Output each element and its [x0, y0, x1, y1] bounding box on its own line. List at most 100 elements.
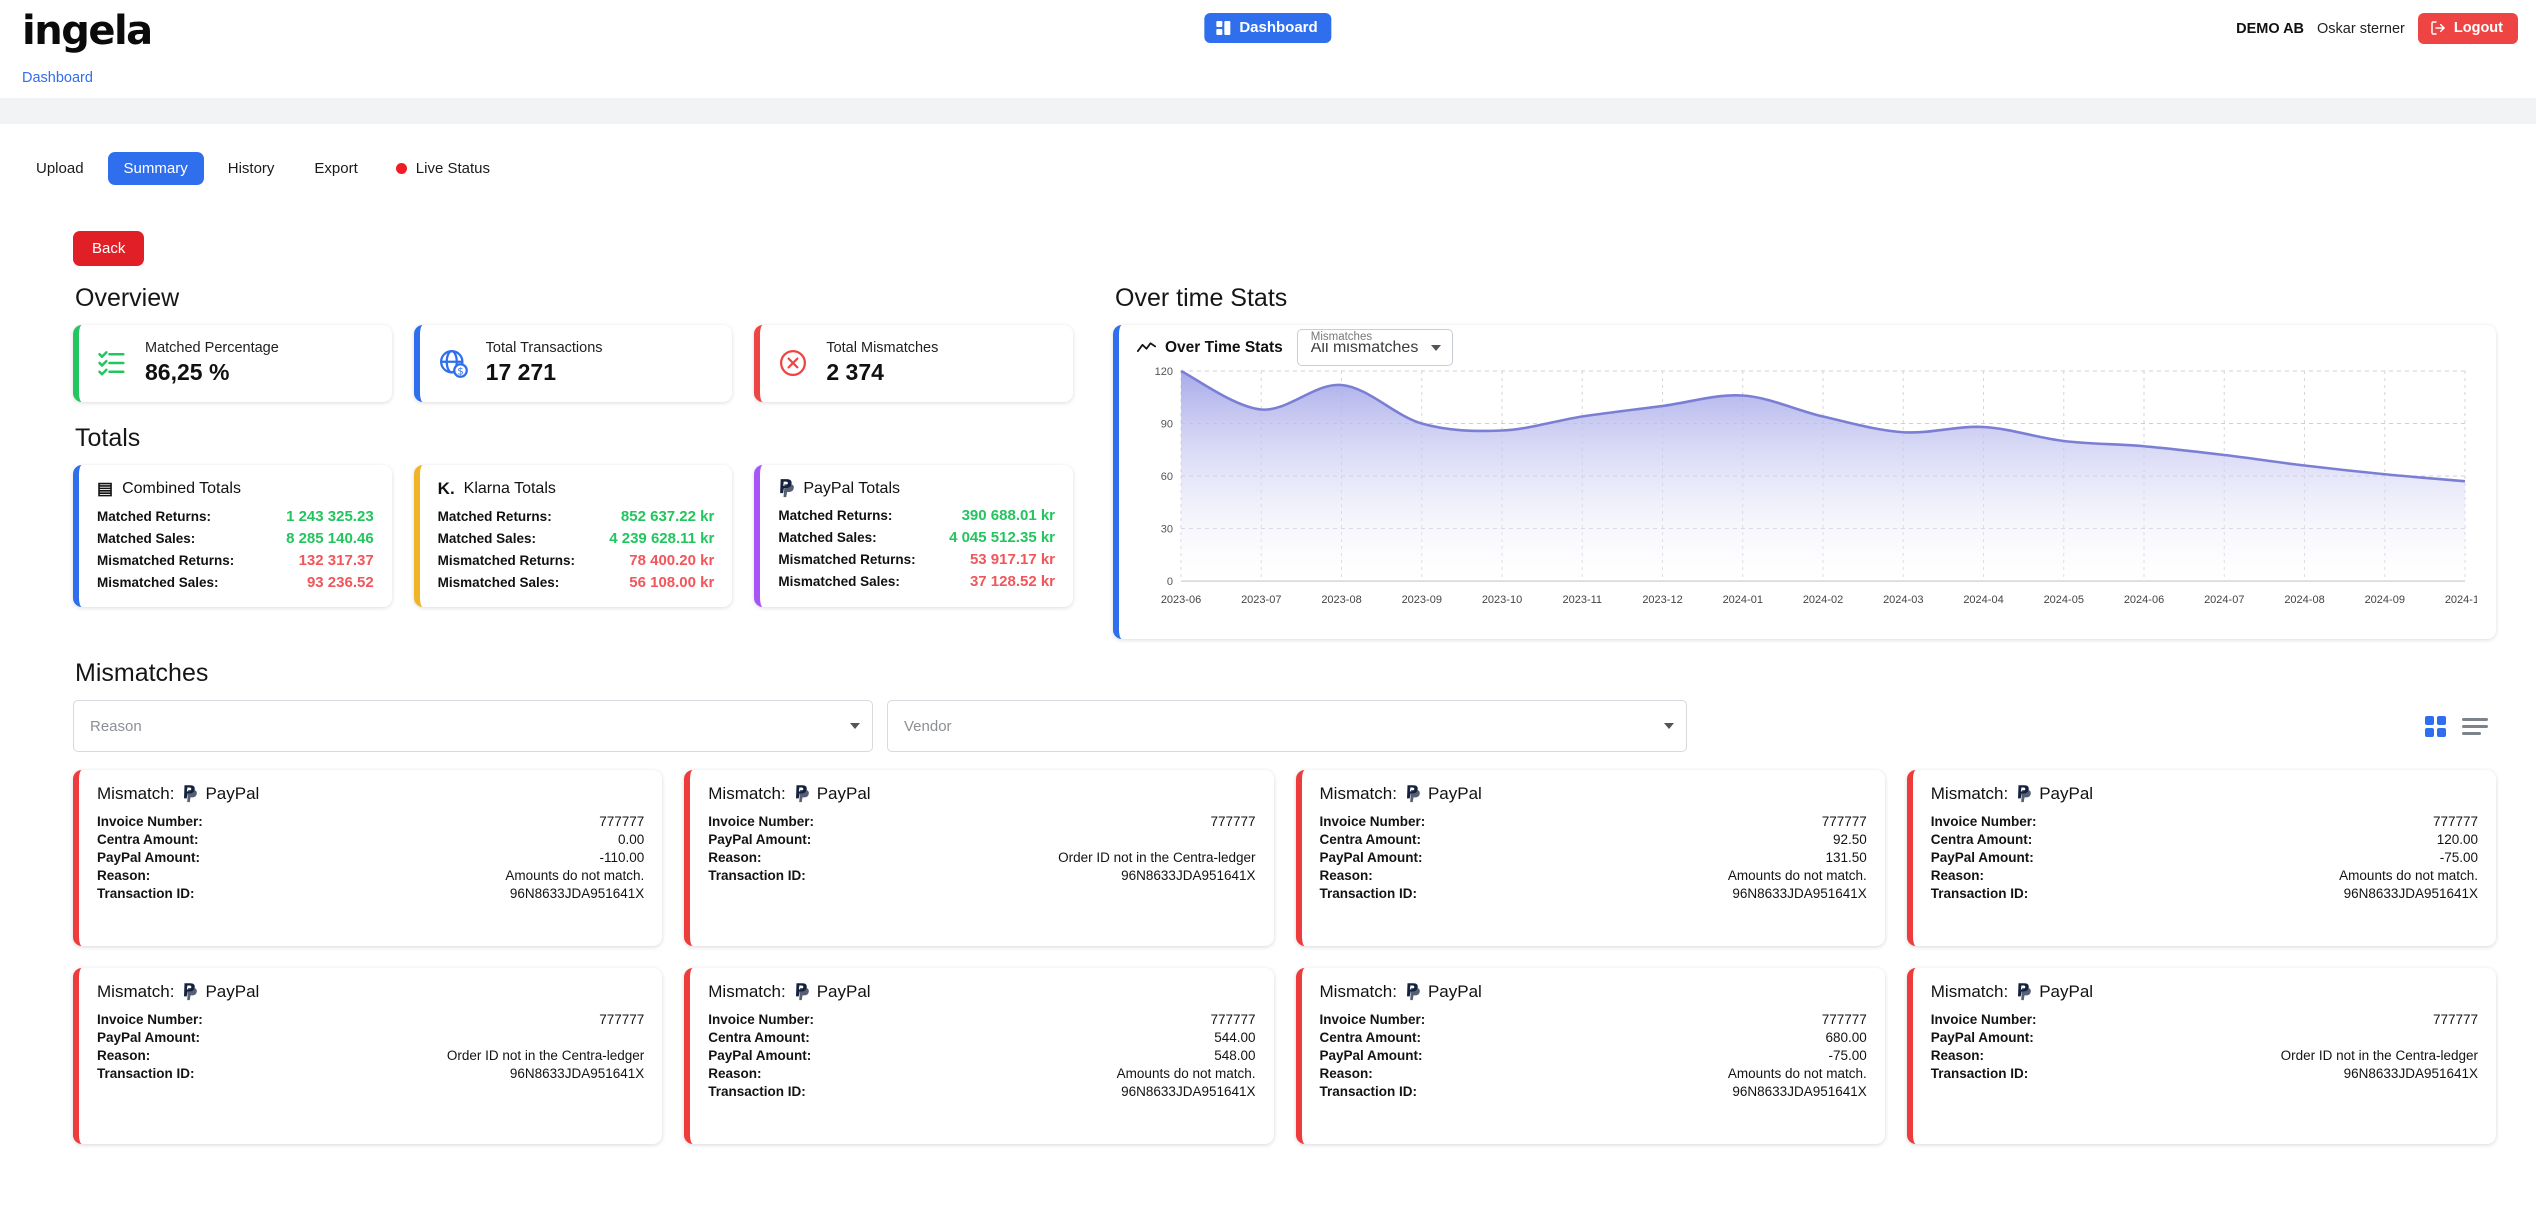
row-label: Mismatched Returns: [437, 553, 575, 569]
mismatch-detail-row: PayPal Amount: 131.50 [1320, 850, 1867, 865]
row-value: 93 236.52 [306, 574, 374, 592]
mismatch-card[interactable]: Mismatch: PayPal Invoice Number: 777777 Cent… [1906, 770, 2496, 946]
totals-card-title: Klarna Totals [463, 480, 556, 498]
overtime-heading: Over time Stats [1115, 284, 1288, 312]
detail-key: Invoice Number: [1319, 814, 1426, 829]
paypal-icon [1405, 785, 1420, 803]
svg-text:30: 30 [1161, 524, 1173, 536]
detail-value: -75.00 [2439, 850, 2478, 865]
svg-text:2024-05: 2024-05 [2044, 594, 2084, 606]
row-value: 1 243 325.23 [286, 508, 374, 526]
mismatch-detail-row: Reason: Order ID not in the Centra-ledger [97, 1048, 644, 1063]
detail-value: Amounts do not match. [505, 868, 645, 883]
detail-value: -75.00 [1828, 1048, 1867, 1063]
totals-row-item: Mismatched Sales: 37 128.52 kr [778, 573, 1055, 590]
row-label: Mismatched Returns: [97, 553, 235, 569]
row-label: Mismatched Returns: [778, 552, 916, 568]
totals-row-item: Matched Sales: 4 045 512.35 kr [778, 529, 1055, 546]
mismatch-vendor-label: PayPal [205, 784, 260, 803]
kpi-label: Matched Percentage [145, 340, 279, 356]
mismatch-detail-row: Invoice Number: 777777 [708, 814, 1255, 829]
detail-value: Order ID not in the Centra-ledger [1058, 850, 1256, 865]
view-mode-toggle [2425, 715, 2496, 737]
tab-history[interactable]: History [212, 152, 291, 185]
list-view-icon[interactable] [2462, 717, 2488, 735]
svg-text:2024-06: 2024-06 [2124, 594, 2164, 606]
svg-text:2023-07: 2023-07 [1241, 594, 1281, 606]
mismatch-card-header: Mismatch: PayPal [1320, 982, 1867, 1002]
detail-value: 120.00 [2436, 832, 2478, 847]
row-value: 78 400.20 kr [629, 552, 715, 570]
detail-value: Amounts do not match. [1727, 868, 1867, 883]
mismatch-detail-row: Transaction ID: 96N8633JDA951641X [1320, 886, 1867, 901]
totals-row-item: Mismatched Returns: 132 317.37 [97, 552, 374, 569]
back-button[interactable]: Back [73, 231, 145, 266]
breadcrumb[interactable]: Dashboard [22, 70, 93, 86]
svg-text:2024-02: 2024-02 [1803, 594, 1843, 606]
detail-key: Invoice Number: [1319, 1012, 1426, 1027]
logout-button[interactable]: Logout [2417, 13, 2518, 44]
detail-value: 777777 [1821, 814, 1867, 829]
totals-card-paypal: PayPal Totals Matched Returns: 390 688.01… [754, 465, 1074, 608]
mismatch-card-title: Mismatch: [97, 784, 175, 803]
live-status-indicator[interactable]: Live Status [382, 152, 504, 185]
mismatch-detail-row: Centra Amount: 120.00 [1931, 832, 2478, 847]
svg-text:2023-08: 2023-08 [1321, 594, 1361, 606]
reason-filter-select[interactable]: Reason [73, 700, 873, 752]
tab-export[interactable]: Export [298, 152, 373, 185]
vendor-filter-placeholder: Vendor [904, 717, 952, 735]
grid-view-icon[interactable] [2425, 715, 2446, 737]
detail-key: PayPal Amount: [1930, 1030, 2034, 1045]
mismatch-card[interactable]: Mismatch: PayPal Invoice Number: 777777 PayP… [73, 968, 663, 1144]
mismatch-card-header: Mismatch: PayPal [1931, 982, 2478, 1002]
left-column: Overview Matched Percentage 86,25 % $ To… [73, 284, 1074, 639]
paypal-icon [778, 479, 795, 498]
mismatches-section: Mismatches Reason Vendor Mismatch: PayPal… [0, 659, 2536, 1144]
mismatch-card[interactable]: Mismatch: PayPal Invoice Number: 777777 PayP… [684, 770, 1274, 946]
row-value: 4 239 628.11 kr [609, 530, 715, 548]
detail-value: 777777 [2432, 814, 2478, 829]
tab-summary[interactable]: Summary [107, 152, 204, 185]
logout-label: Logout [2453, 20, 2503, 36]
svg-text:2024-08: 2024-08 [2284, 594, 2324, 606]
mismatch-card[interactable]: Mismatch: PayPal Invoice Number: 777777 Cent… [684, 968, 1274, 1144]
paypal-icon [2016, 785, 2032, 803]
tab-upload[interactable]: Upload [20, 152, 100, 185]
totals-card-title: Combined Totals [122, 480, 241, 498]
detail-key: Reason: [708, 850, 762, 865]
paypal-icon [182, 983, 198, 1001]
paypal-icon [794, 785, 809, 803]
svg-text:2024-09: 2024-09 [2365, 594, 2405, 606]
mismatch-card-title: Mismatch: [1930, 982, 2009, 1001]
mismatch-detail-row: PayPal Amount: -110.00 [97, 850, 644, 865]
right-column: Over time Stats Over Time Stats Mismatch… [1113, 284, 2496, 639]
mismatch-card[interactable]: Mismatch: PayPal Invoice Number: 777777 Cent… [1295, 770, 1885, 946]
mismatch-detail-row: Centra Amount: 0.00 [97, 832, 644, 847]
vendor-filter-select[interactable]: Vendor [887, 700, 1687, 752]
paypal-icon [2016, 983, 2032, 1001]
trend-line-icon [1137, 341, 1156, 355]
dashboard-pill-button[interactable]: Dashboard [1204, 13, 1332, 43]
mismatches-select[interactable]: Mismatches All mismatches [1296, 329, 1454, 366]
mismatches-heading: Mismatches [75, 659, 209, 687]
detail-key: PayPal Amount: [708, 832, 812, 847]
app-logo: ingela [22, 8, 153, 54]
detail-value: 777777 [599, 1012, 645, 1027]
klarna-icon: K. [437, 479, 455, 499]
row-value: 852 637.22 kr [620, 508, 715, 526]
mismatch-card[interactable]: Mismatch: PayPal Invoice Number: 777777 Cent… [1295, 968, 1885, 1144]
status-dot-icon [395, 163, 407, 174]
svg-text:2023-10: 2023-10 [1482, 594, 1522, 606]
detail-value: 96N8633JDA951641X [2343, 886, 2478, 901]
detail-value: 96N8633JDA951641X [1732, 1084, 1867, 1099]
detail-key: Transaction ID: [708, 1084, 806, 1099]
chart-title-group: Over Time Stats [1137, 339, 1283, 357]
live-status-label: Live Status [415, 160, 490, 177]
detail-value: 131.50 [1825, 850, 1867, 865]
mismatch-card[interactable]: Mismatch: PayPal Invoice Number: 777777 Cent… [73, 770, 663, 946]
detail-key: Invoice Number: [1930, 814, 2037, 829]
totals-row-item: Matched Returns: 390 688.01 kr [778, 507, 1055, 524]
svg-text:2023-11: 2023-11 [1562, 594, 1602, 606]
mismatch-detail-row: Centra Amount: 92.50 [1320, 832, 1867, 847]
mismatch-card[interactable]: Mismatch: PayPal Invoice Number: 777777 PayP… [1906, 968, 2496, 1144]
